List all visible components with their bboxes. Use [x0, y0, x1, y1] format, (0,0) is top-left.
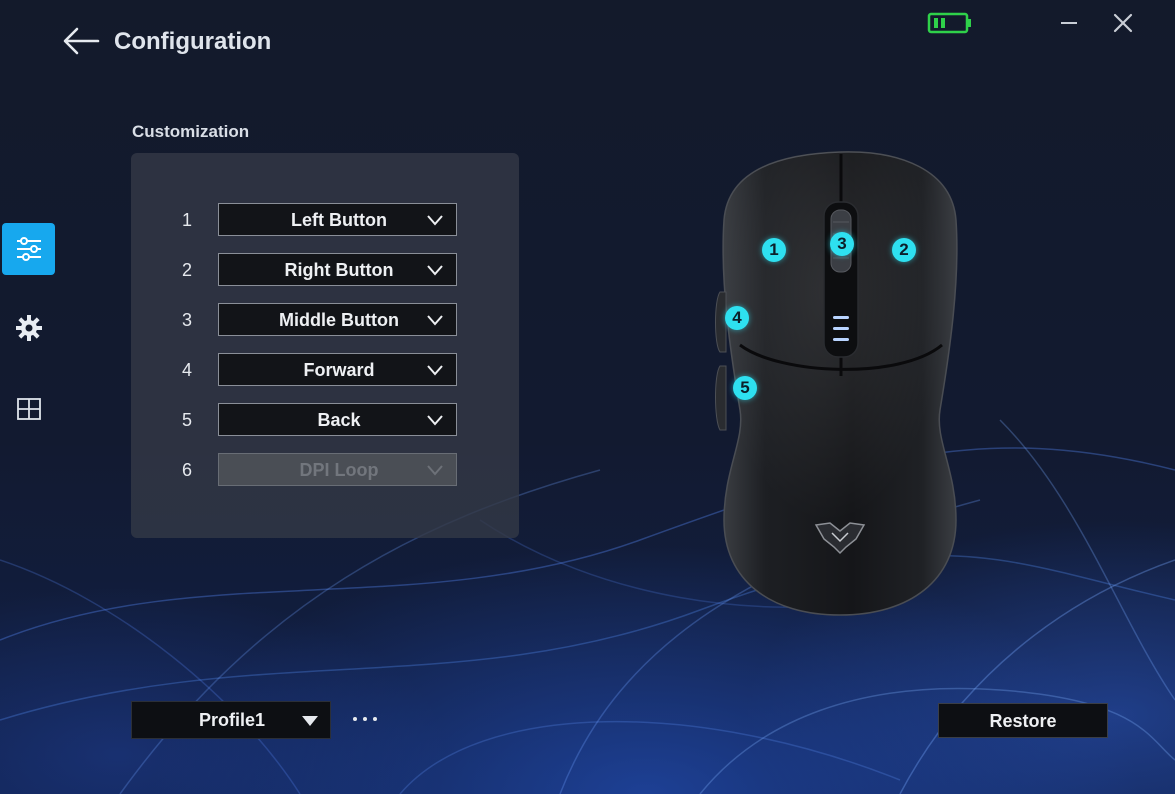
- button-badge-3: 3: [830, 232, 854, 256]
- chevron-down-icon: [427, 265, 443, 276]
- button-row-3: 3 Middle Button: [131, 303, 519, 337]
- nav-button-customization[interactable]: [2, 223, 55, 275]
- button-badge-4: 4: [725, 306, 749, 330]
- sliders-icon: [16, 237, 41, 261]
- button-number: 2: [181, 260, 192, 280]
- select-value: DPI Loop: [299, 460, 379, 480]
- minimize-button[interactable]: [1054, 10, 1084, 38]
- chevron-down-icon: [427, 465, 443, 476]
- page-title: Configuration: [114, 28, 272, 55]
- gear-icon: [15, 315, 42, 341]
- chevron-down-icon: [427, 315, 443, 326]
- button-row-4: 4 Forward: [131, 353, 519, 387]
- button-2-select[interactable]: Right Button: [218, 253, 457, 286]
- button-number: 1: [181, 210, 192, 230]
- nav-macro[interactable]: [2, 383, 55, 435]
- profile-value: Profile1: [198, 710, 266, 730]
- mouse-preview: 1 2 3 4 5: [700, 140, 980, 630]
- nav-settings[interactable]: [2, 302, 55, 354]
- select-value: Forward: [303, 360, 375, 380]
- customization-panel: 1 Left Button 2 Right Button 3 Middle Bu…: [131, 153, 519, 538]
- arrow-left-icon: [63, 27, 100, 55]
- chevron-down-icon: [427, 365, 443, 376]
- title-bar: Configuration: [0, 0, 1175, 80]
- caret-down-icon: [302, 716, 318, 726]
- select-value: Right Button: [284, 260, 394, 280]
- button-6-select: DPI Loop: [218, 453, 457, 486]
- button-badge-5: 5: [733, 376, 757, 400]
- more-options-button[interactable]: [351, 710, 381, 728]
- button-number: 3: [181, 310, 192, 330]
- button-row-2: 2 Right Button: [131, 253, 519, 287]
- select-value: Back: [317, 410, 361, 430]
- select-value: Left Button: [291, 210, 387, 230]
- more-dots-icon: [353, 717, 377, 721]
- customization-label: Customization: [132, 122, 250, 141]
- profile-select[interactable]: Profile1: [131, 701, 331, 739]
- button-1-select[interactable]: Left Button: [218, 203, 457, 236]
- restore-button[interactable]: Restore: [938, 703, 1108, 738]
- button-badge-2: 2: [892, 238, 916, 262]
- button-4-select[interactable]: Forward: [218, 353, 457, 386]
- button-3-select[interactable]: Middle Button: [218, 303, 457, 336]
- select-value: Middle Button: [279, 310, 399, 330]
- chevron-down-icon: [427, 215, 443, 226]
- button-row-6: 6 DPI Loop: [131, 453, 519, 487]
- battery-icon: [927, 12, 973, 34]
- back-button[interactable]: [62, 26, 100, 56]
- restore-label: Restore: [989, 711, 1057, 731]
- button-row-5: 5 Back: [131, 403, 519, 437]
- grid-icon: [16, 398, 41, 420]
- button-badge-1: 1: [762, 238, 786, 262]
- button-5-select[interactable]: Back: [218, 403, 457, 436]
- close-button[interactable]: [1108, 10, 1138, 38]
- button-row-1: 1 Left Button: [131, 203, 519, 237]
- chevron-down-icon: [427, 415, 443, 426]
- button-number: 4: [181, 360, 192, 380]
- minimize-icon: [1061, 22, 1077, 24]
- close-icon: [1113, 13, 1133, 33]
- button-number: 5: [181, 410, 192, 430]
- button-number: 6: [181, 460, 192, 480]
